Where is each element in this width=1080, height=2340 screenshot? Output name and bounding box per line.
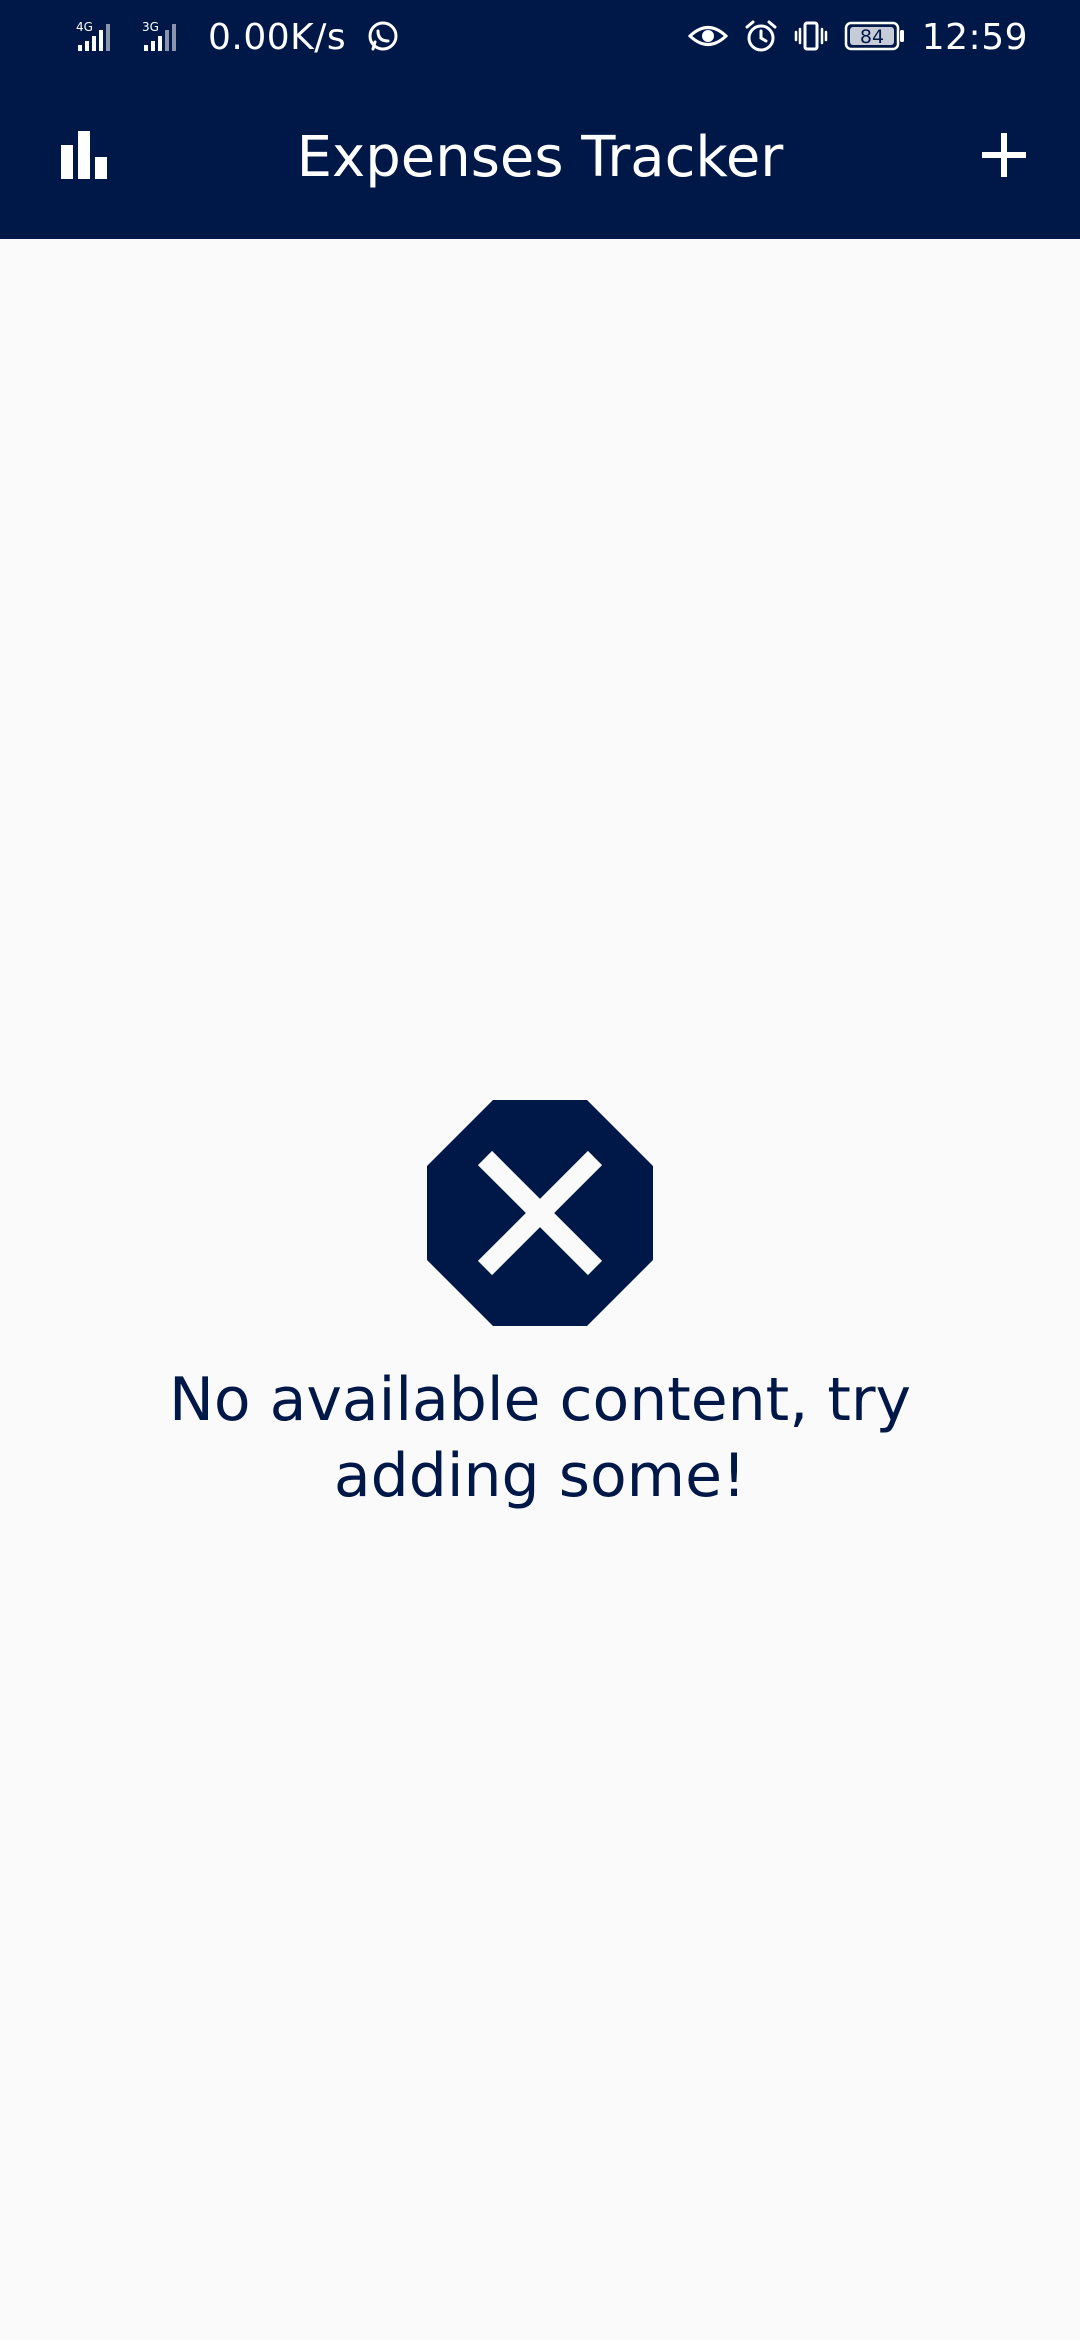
status-bar-right: 84 12:59 [687, 0, 1028, 75]
signal-icon: 4G [76, 19, 128, 57]
statistics-button[interactable] [38, 111, 130, 203]
bar-chart-icon [58, 129, 110, 185]
battery-icon: 84 [844, 20, 906, 56]
network-type-label: 4G [76, 20, 93, 34]
app-bar: Expenses Tracker [0, 75, 1080, 239]
empty-message: No available content, try adding some! [168, 1365, 912, 1511]
signal-icon: 3G [142, 19, 194, 57]
battery-level: 84 [860, 26, 884, 48]
vibrate-icon [794, 19, 828, 57]
error-octagon-icon [427, 1100, 653, 1326]
status-bar: 4G 3G 0.00K/s 84 12:59 [0, 0, 1080, 75]
add-expense-button[interactable] [958, 111, 1050, 203]
screen: 4G 3G 0.00K/s 84 12:59 Expenses Tracker … [0, 0, 1080, 2340]
network-speed: 0.00K/s [208, 17, 347, 58]
eye-icon [687, 21, 728, 55]
network-type-label: 3G [142, 20, 159, 34]
alarm-icon [744, 19, 778, 57]
clock: 12:59 [921, 17, 1028, 58]
status-bar-left: 4G 3G 0.00K/s [76, 0, 414, 75]
plus-icon [980, 131, 1028, 183]
empty-state: No available content, try adding some! [0, 1100, 1080, 1514]
whatsapp-icon [366, 19, 400, 57]
app-title: Expenses Tracker [296, 124, 784, 190]
